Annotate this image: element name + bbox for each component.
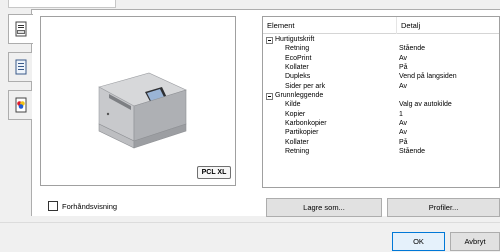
printer-image (98, 72, 187, 149)
side-tab-color[interactable] (8, 90, 32, 120)
list-item[interactable]: Dupleks Vend på langsiden (263, 72, 499, 81)
preview-checkbox-label[interactable]: Forhåndsvisning (62, 202, 117, 211)
color-palette-icon (15, 97, 26, 113)
list-rows: Hurtigutskrift Retning Stående EcoPrint … (263, 35, 499, 156)
list-header: Element Detalj (263, 17, 499, 34)
list-item[interactable]: Karbonkopier Av (263, 119, 499, 128)
footer-divider (0, 222, 500, 223)
preview-checkbox[interactable] (48, 201, 58, 211)
list-item[interactable]: Sider per ark Av (263, 82, 499, 91)
preview-checkbox-group[interactable]: Forhåndsvisning (48, 201, 117, 211)
list-item[interactable]: Kilde Valg av autokilde (263, 100, 499, 109)
ok-button[interactable]: OK (392, 232, 445, 251)
top-tab-strip[interactable] (8, 0, 116, 8)
collapse-toggle-icon[interactable] (266, 92, 273, 100)
side-tab-basic[interactable] (8, 52, 32, 82)
print-preview-panel (40, 16, 236, 186)
profiles-button[interactable]: Profiler... (387, 198, 500, 217)
list-item[interactable]: Kollater På (263, 63, 499, 72)
side-tab-quick-print[interactable] (8, 14, 33, 44)
list-document-icon (15, 59, 26, 75)
save-as-button[interactable]: Lagre som... (266, 198, 382, 217)
list-item[interactable]: Kopier 1 (263, 110, 499, 119)
pdl-badge: PCL XL (197, 166, 231, 179)
side-tab-strip (8, 14, 33, 124)
list-item[interactable]: Retning Stående (263, 147, 499, 156)
list-group-row[interactable]: Grunnleggende (263, 91, 499, 100)
cancel-button[interactable]: Avbryt (450, 232, 500, 251)
list-item[interactable]: Retning Stående (263, 44, 499, 53)
list-item[interactable]: Kollater På (263, 138, 499, 147)
list-item[interactable]: EcoPrint Av (263, 54, 499, 63)
column-header-element[interactable]: Element (263, 17, 396, 34)
list-group-row[interactable]: Hurtigutskrift (263, 35, 499, 44)
collapse-toggle-icon[interactable] (266, 36, 273, 44)
list-item[interactable]: Partikopier Av (263, 128, 499, 137)
printer-document-icon (15, 21, 27, 37)
column-header-detail[interactable]: Detalj (396, 17, 499, 34)
settings-summary-list[interactable]: Element Detalj Hurtigutskrift Retning St… (262, 16, 500, 188)
